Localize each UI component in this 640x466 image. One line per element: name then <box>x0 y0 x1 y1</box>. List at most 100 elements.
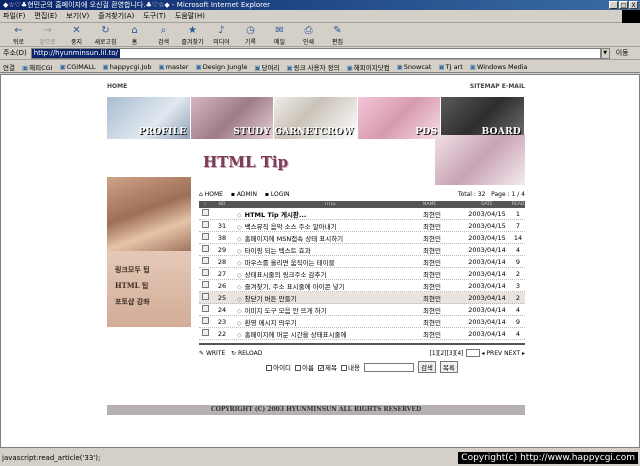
maximize-button[interactable]: □ <box>619 1 628 9</box>
page-jump-input[interactable] <box>465 349 480 357</box>
row-title-cell[interactable]: ◇ 환영 메시지 띄우기 <box>233 317 423 327</box>
board-admin-link[interactable]: ▪ ADMIN <box>231 191 260 198</box>
table-row[interactable]: ◇ HTML Tip 게시판... 최현민 2003/04/15 1 <box>199 208 525 220</box>
link-item[interactable]: happycgi.Job <box>103 63 152 71</box>
prev-button[interactable]: ◂ PREV <box>482 350 503 357</box>
row-checkbox[interactable] <box>199 257 211 266</box>
row-title[interactable]: 창닫기 버튼 만들기 <box>245 295 297 303</box>
board-login-link[interactable]: ▪ LOGIN <box>265 191 293 198</box>
address-input[interactable]: http://hyunminsun.lil.to/ <box>30 47 601 59</box>
link-item[interactable]: Snowcat <box>397 63 432 71</box>
table-row[interactable]: 27 ◇ 상태표시줄의 링크주소 감추기 최현민 2003/04/14 2 <box>199 268 525 280</box>
table-row[interactable]: 22 ◇ 홈페이지에 머문 시간을 상태표시줄에 최현민 2003/04/14 4 <box>199 328 525 340</box>
link-item[interactable]: 해피CGI <box>22 62 52 72</box>
table-row[interactable]: 26 ◇ 즐겨찾기, 주소 표시줄에 아이콘 넣기 최현민 2003/04/14 3 <box>199 280 525 292</box>
table-row[interactable]: 31 ◇ 백스뮤직 음악 소스 주소 알아내기 최현민 2003/04/15 7 <box>199 220 525 232</box>
row-title-cell[interactable]: ◇ 홈페이지에 MSN접속 상태 표시하기 <box>233 233 423 243</box>
menu-tools[interactable]: 도구(T) <box>143 11 166 21</box>
mail-button[interactable]: ✉ 메일 <box>265 24 294 46</box>
row-title-cell[interactable]: ◇ 홈페이지에 머문 시간을 상태표시줄에 <box>233 329 423 339</box>
row-title-cell[interactable]: ◇ 백스뮤직 음악 소스 주소 알아내기 <box>233 221 423 231</box>
minimize-button[interactable]: _ <box>609 1 618 9</box>
edit-button[interactable]: ✎ 편집 <box>323 24 352 46</box>
email-link[interactable]: E-MAIL <box>502 83 525 90</box>
row-title-cell[interactable]: ◇ 즐겨찾기, 주소 표시줄에 아이콘 넣기 <box>233 281 423 291</box>
nav-board[interactable]: BOARD <box>441 97 525 139</box>
link-item[interactable]: CGIMALL <box>60 63 96 71</box>
menu-view[interactable]: 보기(V) <box>66 11 89 21</box>
menu-file[interactable]: 파일(F) <box>3 11 25 21</box>
left-menu-item-link-tip[interactable]: 링크모두 팁 <box>115 265 191 275</box>
search-button[interactable]: ⌕ 검색 <box>149 24 178 46</box>
nav-profile[interactable]: PROFILE <box>107 97 191 139</box>
home-button[interactable]: ⌂ 홈 <box>120 24 149 46</box>
table-row[interactable]: 25 ◇ 창닫기 버튼 만들기 최현민 2003/04/14 2 <box>199 292 525 304</box>
search-button[interactable]: 검색 <box>417 361 436 373</box>
history-button[interactable]: ◷ 기록 <box>236 24 265 46</box>
menu-edit[interactable]: 편집(E) <box>34 11 57 21</box>
table-row[interactable]: 28 ◇ 마우스를 올리면 움직이는 테이블 최현민 2003/04/14 9 <box>199 256 525 268</box>
left-menu-item-photoshop[interactable]: 포토샵 강좌 <box>115 297 191 307</box>
table-row[interactable]: 29 ◇ 타이핑 되는 텍스트 효과 최현민 2003/04/14 4 <box>199 244 525 256</box>
close-button[interactable]: X <box>629 1 638 9</box>
window-title-bar[interactable]: ◆☆♡♣현민군의 홈페이지에 오신걸 환영합니다.♣♡☆◆ - Microsof… <box>0 0 640 10</box>
go-button[interactable]: 이동 <box>616 48 629 58</box>
row-checkbox[interactable] <box>199 209 211 218</box>
nav-garnetcrow[interactable]: GARNETCROW <box>274 97 358 139</box>
row-checkbox[interactable] <box>199 293 211 302</box>
forward-arrow-button[interactable]: → 앞으로 <box>33 24 62 46</box>
print-button[interactable]: ⎙ 인쇄 <box>294 24 323 46</box>
row-checkbox[interactable] <box>199 221 211 230</box>
row-checkbox[interactable] <box>199 305 211 314</box>
reload-button[interactable]: ↻ RELOAD <box>231 350 262 357</box>
row-checkbox[interactable] <box>199 245 211 254</box>
row-title-cell[interactable]: ◇ 타이핑 되는 텍스트 효과 <box>233 245 423 255</box>
link-item[interactable]: 해피이지닷컴 <box>347 62 390 72</box>
row-title[interactable]: 상태표시줄의 링크주소 감추기 <box>245 271 327 279</box>
row-title-cell[interactable]: ◇ 상태표시줄의 링크주소 감추기 <box>233 269 423 279</box>
back-arrow-button[interactable]: ← 뒤로 <box>4 24 33 46</box>
address-dropdown-icon[interactable]: ▼ <box>600 47 610 59</box>
search-opt-name[interactable]: 이름 <box>295 362 314 372</box>
row-title-cell[interactable]: ◇ 이미지 도구 모음 안 뜨게 하기 <box>233 305 423 315</box>
row-title[interactable]: 홈페이지에 머문 시간을 상태표시줄에 <box>245 331 347 339</box>
row-title[interactable]: 이미지 도구 모음 안 뜨게 하기 <box>245 307 327 315</box>
link-item[interactable]: master <box>158 63 189 71</box>
row-title[interactable]: 마우스를 올리면 움직이는 테이블 <box>245 259 335 267</box>
row-title-cell[interactable]: ◇ 창닫기 버튼 만들기 <box>233 293 423 303</box>
row-title-cell[interactable]: ◇ HTML Tip 게시판... <box>233 209 423 219</box>
nav-pds[interactable]: PDS <box>357 97 442 139</box>
sitemap-link[interactable]: SITEMAP <box>470 83 500 90</box>
row-checkbox[interactable] <box>199 233 211 242</box>
table-row[interactable]: 38 ◇ 홈페이지에 MSN접속 상태 표시하기 최현민 2003/04/15 14 <box>199 232 525 244</box>
list-button[interactable]: 목록 <box>439 361 458 373</box>
refresh-button[interactable]: ↻ 새로고침 <box>91 24 120 46</box>
search-input[interactable] <box>363 362 414 372</box>
next-button[interactable]: NEXT ▸ <box>504 350 525 357</box>
row-checkbox[interactable] <box>199 329 211 338</box>
row-title[interactable]: 타이핑 되는 텍스트 효과 <box>245 247 311 255</box>
row-checkbox[interactable] <box>199 281 211 290</box>
row-checkbox[interactable] <box>199 317 211 326</box>
row-title[interactable]: HTML Tip 게시판... <box>245 211 307 219</box>
row-title[interactable]: 환영 메시지 띄우기 <box>245 319 297 327</box>
table-row[interactable]: 23 ◇ 환영 메시지 띄우기 최현민 2003/04/14 9 <box>199 316 525 328</box>
media-button[interactable]: ♪ 미디어 <box>207 24 236 46</box>
link-item[interactable]: 링크 사용자 정의 <box>286 62 340 72</box>
left-menu-item-html-tip[interactable]: HTML 팁 <box>115 281 191 291</box>
nav-study[interactable]: STUDY <box>190 97 275 139</box>
row-title[interactable]: 홈페이지에 MSN접속 상태 표시하기 <box>245 235 344 243</box>
link-item[interactable]: TJ art <box>438 63 463 71</box>
link-item[interactable]: 당여리 <box>254 62 279 72</box>
menu-favorites[interactable]: 즐겨찾기(A) <box>98 11 134 21</box>
stop-button[interactable]: ✕ 중지 <box>62 24 91 46</box>
write-button[interactable]: ✎ WRITE <box>199 350 225 357</box>
link-item[interactable]: Design Jungle <box>196 63 248 71</box>
search-opt-subject[interactable]: 제목 <box>318 362 337 372</box>
row-title[interactable]: 즐겨찾기, 주소 표시줄에 아이콘 넣기 <box>245 283 345 291</box>
row-title-cell[interactable]: ◇ 마우스를 올리면 움직이는 테이블 <box>233 257 423 267</box>
favorites-button[interactable]: ★ 즐겨찾기 <box>178 24 207 46</box>
menu-help[interactable]: 도움말(H) <box>175 11 205 21</box>
home-link[interactable]: HOME <box>107 83 127 95</box>
row-checkbox[interactable] <box>199 269 211 278</box>
